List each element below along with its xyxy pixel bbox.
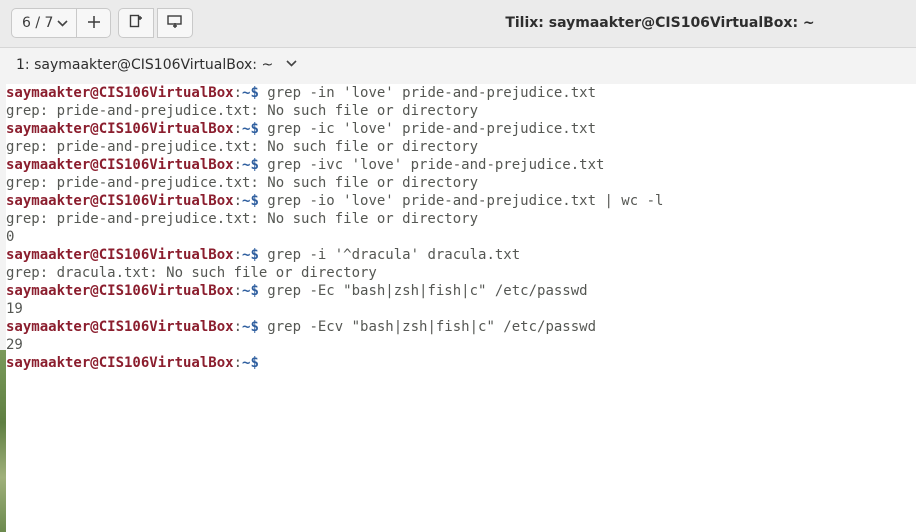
session-indicator: 6 / 7 [22, 15, 54, 31]
prompt-user-host: saymaakter@CIS106VirtualBox [6, 355, 234, 371]
prompt-path: ~$ [242, 247, 259, 263]
terminal-title-bar: 1: saymaakter@CIS106VirtualBox: ~ [0, 48, 916, 82]
prompt-line: saymaakter@CIS106VirtualBox:~$ grep -i '… [6, 246, 916, 264]
prompt-user-host: saymaakter@CIS106VirtualBox [6, 283, 234, 299]
prompt-colon: : [233, 283, 243, 299]
prompt-line: saymaakter@CIS106VirtualBox:~$ grep -in … [6, 84, 916, 102]
split-right-icon [128, 13, 144, 33]
command-text: grep -i '^dracula' dracula.txt [258, 247, 521, 263]
output-line: grep: pride-and-prejudice.txt: No such f… [6, 139, 479, 155]
command-text: grep -Ec "bash|zsh|fish|c" /etc/passwd [258, 283, 588, 299]
prompt-line: saymaakter@CIS106VirtualBox:~$ grep -ic … [6, 120, 916, 138]
prompt-line: saymaakter@CIS106VirtualBox:~$ [6, 354, 916, 372]
chevron-down-icon [57, 15, 68, 34]
split-down-icon [166, 13, 184, 33]
prompt-path: ~$ [242, 283, 259, 299]
plus-icon [87, 13, 101, 34]
command-text: grep -Ecv "bash|zsh|fish|c" /etc/passwd [258, 319, 597, 335]
terminal-title-menu[interactable]: 1: saymaakter@CIS106VirtualBox: ~ [16, 57, 297, 73]
prompt-path: ~$ [242, 193, 259, 209]
output-line: grep: pride-and-prejudice.txt: No such f… [6, 103, 479, 119]
prompt-path: ~$ [242, 355, 259, 371]
output-line: 29 [6, 337, 23, 353]
terminal-output[interactable]: saymaakter@CIS106VirtualBox:~$ grep -in … [6, 84, 916, 532]
session-switcher-button[interactable]: 6 / 7 [11, 8, 77, 38]
terminal-title-label: 1: saymaakter@CIS106VirtualBox: ~ [16, 57, 274, 73]
prompt-colon: : [233, 85, 243, 101]
output-line: 19 [6, 301, 23, 317]
prompt-colon: : [233, 319, 243, 335]
output-line: grep: pride-and-prejudice.txt: No such f… [6, 211, 479, 227]
prompt-line: saymaakter@CIS106VirtualBox:~$ grep -Ecv… [6, 318, 916, 336]
command-text: grep -ic 'love' pride-and-prejudice.txt [258, 121, 597, 137]
prompt-colon: : [233, 355, 243, 371]
prompt-colon: : [233, 157, 243, 173]
add-terminal-down-button[interactable] [157, 8, 193, 38]
prompt-line: saymaakter@CIS106VirtualBox:~$ grep -ivc… [6, 156, 916, 174]
output-line: 0 [6, 229, 15, 245]
add-session-button[interactable] [77, 8, 111, 38]
prompt-path: ~$ [242, 121, 259, 137]
prompt-path: ~$ [242, 85, 259, 101]
prompt-line: saymaakter@CIS106VirtualBox:~$ grep -io … [6, 192, 916, 210]
prompt-user-host: saymaakter@CIS106VirtualBox [6, 193, 234, 209]
prompt-user-host: saymaakter@CIS106VirtualBox [6, 121, 234, 137]
prompt-path: ~$ [242, 157, 259, 173]
command-text: grep -ivc 'love' pride-and-prejudice.txt [258, 157, 605, 173]
add-terminal-right-button[interactable] [118, 8, 154, 38]
prompt-user-host: saymaakter@CIS106VirtualBox [6, 319, 234, 335]
window-headerbar: 6 / 7 Tilix: saymaakter@CIS106VirtualBox… [0, 0, 916, 48]
prompt-user-host: saymaakter@CIS106VirtualBox [6, 247, 234, 263]
prompt-user-host: saymaakter@CIS106VirtualBox [6, 85, 234, 101]
prompt-user-host: saymaakter@CIS106VirtualBox [6, 157, 234, 173]
prompt-colon: : [233, 247, 243, 263]
output-line: grep: dracula.txt: No such file or direc… [6, 265, 377, 281]
prompt-colon: : [233, 121, 243, 137]
command-text: grep -io 'love' pride-and-prejudice.txt … [258, 193, 664, 209]
chevron-down-icon [286, 59, 297, 72]
prompt-line: saymaakter@CIS106VirtualBox:~$ grep -Ec … [6, 282, 916, 300]
output-line: grep: pride-and-prejudice.txt: No such f… [6, 175, 479, 191]
command-text: grep -in 'love' pride-and-prejudice.txt [258, 85, 597, 101]
prompt-colon: : [233, 193, 243, 209]
window-title: Tilix: saymaakter@CIS106VirtualBox: ~ [505, 15, 815, 31]
prompt-path: ~$ [242, 319, 259, 335]
